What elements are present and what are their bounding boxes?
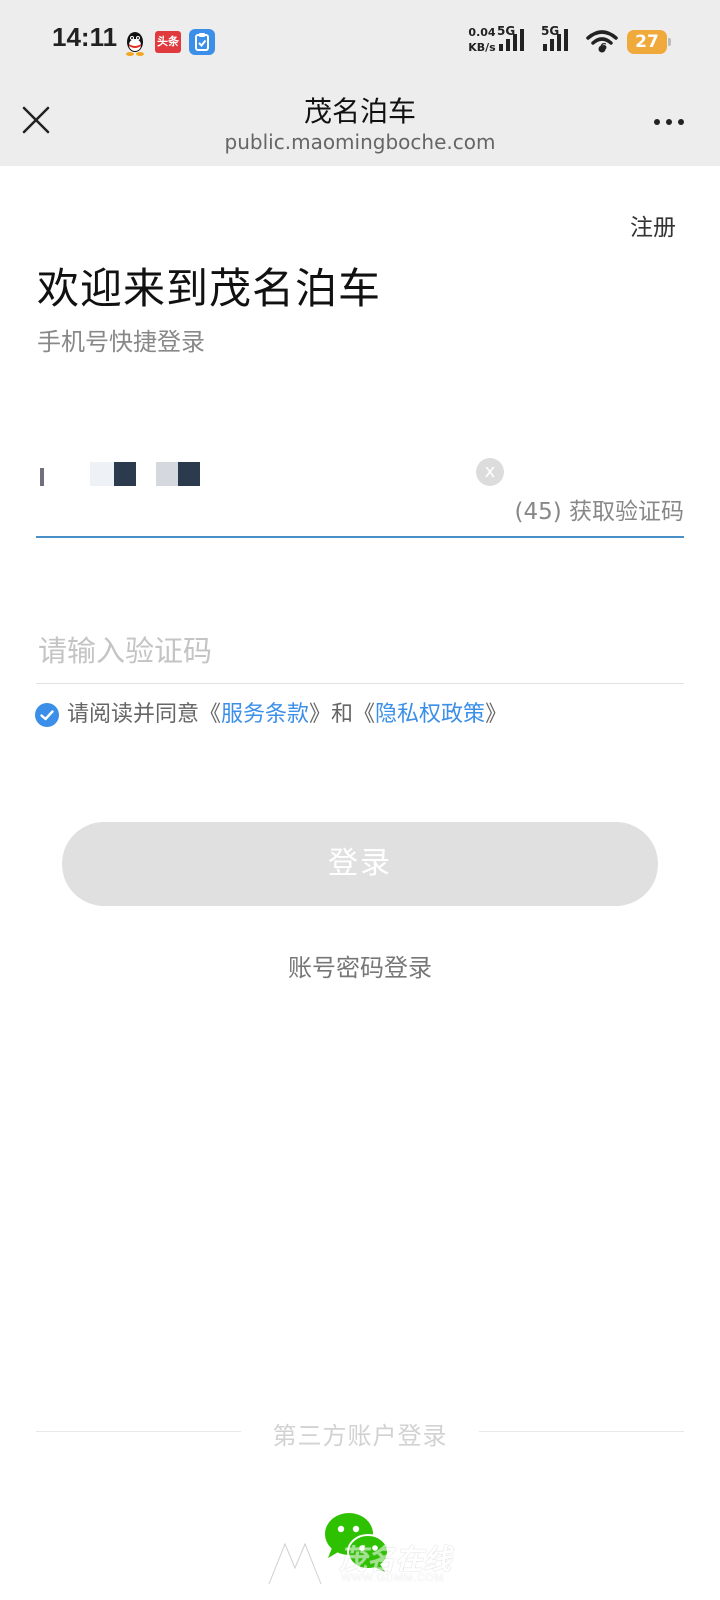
status-time: 14:11 xyxy=(52,22,118,52)
phone-input[interactable]: x (45) 获取验证码 xyxy=(36,448,684,538)
login-button[interactable]: 登录 xyxy=(62,822,658,906)
agree-suffix: 》 xyxy=(485,702,508,727)
phone-number-masked xyxy=(40,462,240,488)
privacy-link[interactable]: 隐私权政策 xyxy=(375,702,485,727)
sim2-network-label: 5G xyxy=(541,24,560,38)
more-icon[interactable] xyxy=(652,112,688,132)
toutiao-icon: 头条 xyxy=(155,31,181,53)
battery-icon: 27 xyxy=(627,30,671,54)
status-bar: 14:11 头条 0.04 KB/s 5G 5G 6 27 xyxy=(0,0,720,80)
agree-middle: 》和《 xyxy=(309,702,376,727)
network-speed-unit: KB/s xyxy=(468,41,496,54)
login-screen: 14:11 头条 0.04 KB/s 5G 5G 6 27 茂名泊车 publi… xyxy=(0,0,720,1600)
verification-code-input[interactable] xyxy=(36,622,684,680)
qq-icon xyxy=(122,29,148,56)
clear-icon[interactable]: x xyxy=(476,458,504,486)
divider-line xyxy=(479,1431,684,1432)
get-code-button[interactable]: (45) 获取验证码 xyxy=(514,492,684,526)
welcome-subtitle: 手机号快捷登录 xyxy=(37,328,205,356)
checkbox-checked-icon[interactable] xyxy=(35,703,59,727)
register-link[interactable]: 注册 xyxy=(630,208,676,242)
mask-block xyxy=(90,462,114,486)
network-speed-value: 0.04 xyxy=(468,26,496,39)
wechat-icon[interactable] xyxy=(322,1510,394,1574)
mask-block xyxy=(178,462,200,486)
mask-block xyxy=(114,462,136,486)
mask-block xyxy=(40,468,44,486)
signal-icon-sim2: 5G xyxy=(541,24,575,58)
page-title: 茂名泊车 xyxy=(303,95,416,128)
network-speed: 0.04 KB/s xyxy=(467,25,497,55)
browser-title-bar: 茂名泊车 public.maomingboche.com xyxy=(0,80,720,166)
page-url: public.maomingboche.com xyxy=(224,130,496,154)
third-party-label: 第三方账户登录 xyxy=(272,1422,448,1450)
agreement-text: 请阅读并同意《服务条款》和《隐私权政策》 xyxy=(67,700,507,730)
third-party-divider: 第三方账户登录 xyxy=(36,1412,684,1452)
welcome-title: 欢迎来到茂名泊车 xyxy=(37,264,382,313)
code-field xyxy=(36,622,684,684)
wifi-sub-label: 6 xyxy=(600,42,607,53)
terms-link[interactable]: 服务条款 xyxy=(221,702,309,727)
wifi-icon: 6 xyxy=(586,28,620,60)
mask-block xyxy=(156,462,178,486)
agree-prefix: 请阅读并同意《 xyxy=(67,702,222,727)
clipboard-icon xyxy=(189,29,215,55)
signal-icon-sim1: 5G xyxy=(497,24,531,58)
sim1-network-label: 5G xyxy=(497,24,516,38)
password-login-link[interactable]: 账号密码登录 xyxy=(0,948,720,983)
